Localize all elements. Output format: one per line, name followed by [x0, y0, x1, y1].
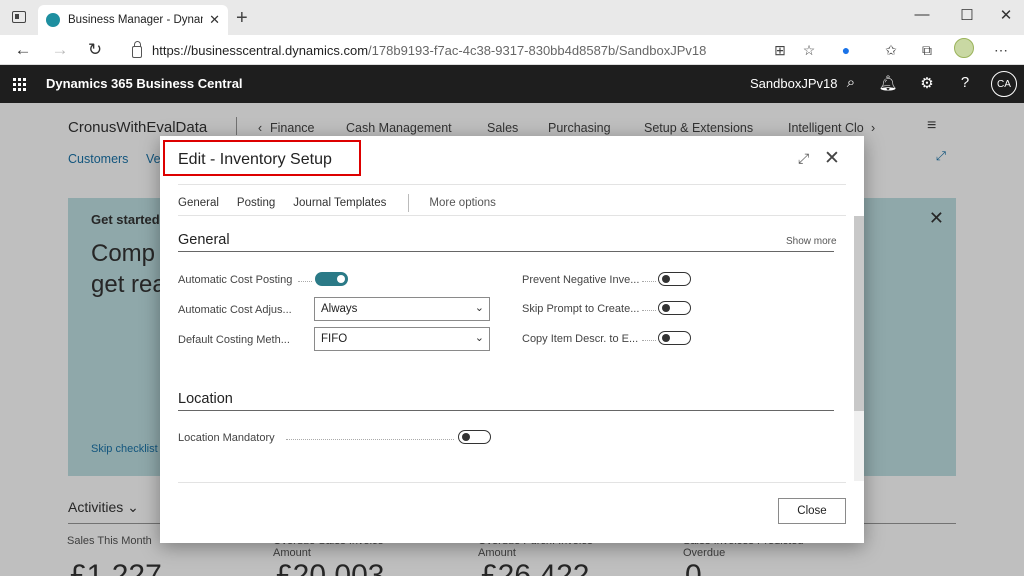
maximize-button[interactable]: ☐ — [957, 6, 977, 24]
automatic-cost-posting-label: Automatic Cost Posting — [178, 274, 293, 286]
select-value: Always — [321, 303, 358, 315]
toggle-knob — [337, 275, 345, 283]
help-icon[interactable]: ? — [955, 74, 975, 91]
toggle-knob — [462, 433, 470, 441]
dotted-leader — [642, 340, 656, 341]
automatic-cost-adjustment-select[interactable]: Always ⌄ — [314, 297, 490, 321]
copy-item-descr-label: Copy Item Descr. to E... — [522, 333, 639, 345]
app-launcher-icon[interactable] — [13, 78, 26, 91]
dotted-leader — [298, 281, 312, 282]
more-menu-icon[interactable]: ⋯ — [993, 42, 1009, 58]
prevent-negative-inventory-toggle[interactable] — [658, 272, 691, 286]
skip-prompt-toggle[interactable] — [658, 301, 691, 315]
copy-item-descr-toggle[interactable] — [658, 331, 691, 345]
favorites-icon[interactable]: ✩ — [883, 42, 899, 58]
app-name: Dynamics 365 Business Central — [46, 76, 243, 91]
show-more-link[interactable]: Show more — [786, 236, 837, 247]
tab-actions-icon[interactable] — [12, 11, 26, 23]
notification-bell-icon[interactable]: 🔔︎ — [878, 74, 898, 92]
address-bar: ← → ↻ https://businesscentral.dynamics.c… — [0, 35, 1024, 65]
close-button[interactable]: Close — [778, 498, 846, 524]
app-header: Dynamics 365 Business Central SandboxJPv… — [0, 65, 1024, 103]
skip-prompt-label: Skip Prompt to Create... — [522, 303, 640, 315]
section-divider — [178, 251, 834, 252]
tab-close-icon[interactable]: ✕ — [209, 12, 220, 28]
toggle-knob — [662, 334, 670, 342]
automatic-cost-posting-toggle[interactable] — [315, 272, 348, 286]
lock-icon[interactable] — [132, 41, 142, 58]
action-bar: General Posting Journal Templates More o… — [178, 194, 514, 212]
refresh-icon[interactable]: ↻ — [85, 40, 105, 60]
back-icon[interactable]: ← — [13, 40, 33, 60]
section-divider — [178, 410, 834, 411]
tab-journal-templates[interactable]: Journal Templates — [293, 197, 386, 209]
automatic-cost-adjustment-label: Automatic Cost Adjus... — [178, 304, 292, 316]
select-value: FIFO — [321, 333, 348, 345]
default-costing-method-select[interactable]: FIFO ⌄ — [314, 327, 490, 351]
tab-posting[interactable]: Posting — [237, 197, 275, 209]
dynamics-favicon-icon — [46, 13, 60, 27]
location-mandatory-label: Location Mandatory — [178, 432, 275, 444]
tab-separator — [408, 194, 410, 212]
chevron-down-icon: ⌄ — [474, 332, 484, 344]
browser-tab[interactable]: Business Manager - Dynamics 365 Business… — [38, 5, 228, 35]
tab-general[interactable]: General — [178, 197, 219, 209]
url-text: https://businesscentral.dynamics.com/178… — [152, 43, 706, 58]
location-mandatory-toggle[interactable] — [458, 430, 491, 444]
apps-icon[interactable]: ⊞ — [772, 42, 788, 58]
environment-name: SandboxJPv18 — [750, 76, 838, 91]
search-icon[interactable]: ⌕ — [841, 74, 861, 91]
more-options-button[interactable]: More options — [429, 197, 495, 209]
divider — [178, 482, 846, 483]
favorite-star-icon[interactable]: ☆ — [801, 42, 817, 58]
extension-globe-icon[interactable]: ● — [838, 42, 854, 58]
divider — [178, 184, 846, 185]
forward-icon[interactable]: → — [50, 40, 70, 60]
toggle-knob — [662, 304, 670, 312]
dotted-leader — [642, 281, 656, 282]
section-location-heading[interactable]: Location — [178, 391, 233, 407]
tab-title: Business Manager - Dynamics 365 Business… — [68, 14, 203, 26]
minimize-button[interactable]: — — [912, 6, 932, 23]
window-close-button[interactable]: ✕ — [996, 6, 1016, 24]
edit-inventory-setup-dialog: Edit - Inventory Setup ⤢ ✕ General Posti… — [160, 136, 864, 543]
prevent-negative-inventory-label: Prevent Negative Inve... — [522, 274, 640, 286]
url-host: https://businesscentral.dynamics.com — [152, 42, 369, 58]
dotted-leader — [286, 439, 454, 440]
dialog-close-icon[interactable]: ✕ — [824, 147, 840, 170]
browser-tab-bar: Business Manager - Dynamics 365 Business… — [0, 0, 1024, 35]
chevron-down-icon: ⌄ — [474, 302, 484, 314]
collections-icon[interactable]: ⧉ — [919, 42, 935, 58]
dotted-leader — [642, 310, 656, 311]
url-path: /178b9193-f7ac-4c38-9317-830bb4d8587b/Sa… — [368, 42, 707, 58]
scrollbar-thumb[interactable] — [854, 216, 864, 411]
dialog-title: Edit - Inventory Setup — [178, 151, 332, 168]
settings-gear-icon[interactable]: ⚙ — [917, 74, 937, 92]
toggle-knob — [662, 275, 670, 283]
user-avatar[interactable]: CA — [991, 71, 1017, 97]
browser-profile-avatar[interactable] — [954, 38, 974, 58]
section-general-heading[interactable]: General — [178, 232, 230, 248]
new-tab-button[interactable]: + — [236, 7, 248, 30]
divider — [178, 215, 846, 216]
default-costing-method-label: Default Costing Meth... — [178, 334, 290, 346]
url-field[interactable]: https://businesscentral.dynamics.com/178… — [120, 38, 860, 62]
expand-icon[interactable]: ⤢ — [798, 150, 809, 167]
